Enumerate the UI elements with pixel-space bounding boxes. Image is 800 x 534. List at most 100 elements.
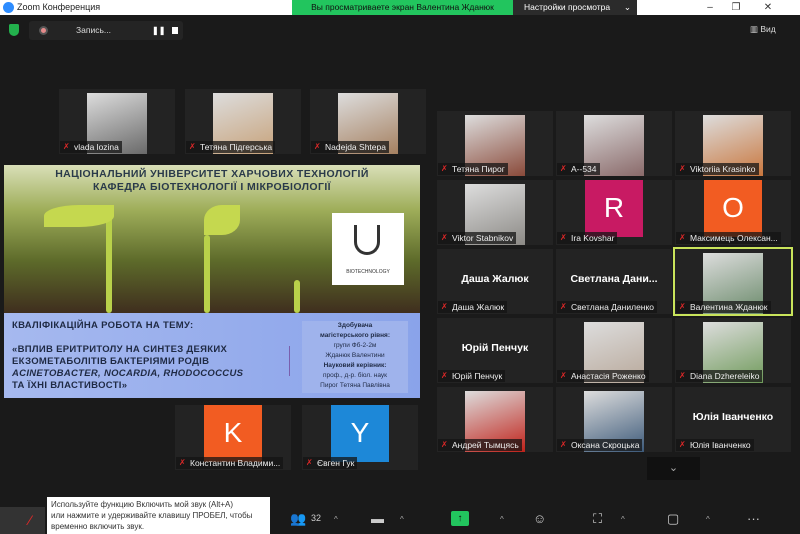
group: групи Фб-2-2м	[333, 342, 377, 349]
participant-tile[interactable]: ✗ Diana Dzhereleiko	[675, 318, 791, 383]
participant-tile[interactable]: Юрій Пенчук ✗ Юрій Пенчук	[437, 318, 553, 383]
apps-caret[interactable]: ^	[621, 515, 625, 524]
participant-name: Viktoriia Krasinko	[690, 164, 756, 174]
participant-tile[interactable]: ✗ A--534	[556, 111, 672, 176]
participant-tile[interactable]: ✗ Андрей Тымцясь	[437, 387, 553, 452]
participants-caret[interactable]: ^	[334, 515, 338, 524]
supervisor-name: Пирог Тетяна Павлівна	[320, 382, 390, 389]
slide-title-panel: КВАЛІФІКАЦІЙНА РОБОТА НА ТЕМУ: «ВПЛИВ ЕР…	[4, 313, 420, 398]
participant-name: Nadejda Shtepa	[325, 142, 386, 152]
muted-mic-icon: ✗	[63, 142, 70, 151]
muted-mic-icon: ✗	[560, 233, 567, 242]
participant-name-label: ✗ Diana Dzhereleiko	[676, 370, 763, 382]
pause-recording-button[interactable]: ❚❚	[152, 26, 165, 35]
close-button[interactable]: ✕	[758, 0, 778, 15]
chevron-down-icon: ⌄	[623, 2, 631, 12]
participant-tile[interactable]: ✗ Валентина Жданюк	[673, 247, 793, 316]
muted-mic-icon: ✗	[560, 164, 567, 173]
author-label: Здобувача	[337, 322, 373, 329]
participant-display-name: Светлана Дани...	[570, 273, 658, 285]
participant-name-label: ✗ Максимець Олексан...	[676, 232, 781, 244]
participant-tile[interactable]: Y ✗ Євген Гук	[302, 405, 418, 470]
stop-recording-button[interactable]	[172, 27, 178, 34]
participant-name-label: ✗ Ira Kovshar	[557, 232, 618, 244]
record-icon	[39, 26, 48, 35]
participants-count: 32	[311, 513, 322, 523]
muted-mic-icon: ✗	[441, 302, 448, 311]
participant-name-label: ✗ Светлана Даниленко	[557, 301, 658, 313]
participant-tile[interactable]: R ✗ Ira Kovshar	[556, 180, 672, 245]
title-line: «ВПЛИВ ЕРИТРИТОЛУ НА СИНТЕЗ ДЕЯКИХ	[12, 344, 228, 355]
unmute-button[interactable]	[0, 507, 45, 534]
participant-name-label: ✗ Юрій Пенчук	[438, 370, 506, 382]
window-title: Zoom Конференция	[17, 2, 101, 12]
view-settings-dropdown[interactable]: Настройки просмотра ⌄	[513, 0, 637, 15]
share-screen-button[interactable]: ↑	[451, 511, 469, 526]
participant-name: Тетяна Підгерська	[200, 142, 273, 152]
participant-name-label: ✗ Андрей Тымцясь	[438, 439, 522, 451]
muted-mic-icon: ✗	[679, 371, 686, 380]
participant-name: Андрей Тымцясь	[452, 440, 519, 450]
muted-mic-icon: ✗	[314, 142, 321, 151]
test-tube-icon	[354, 225, 380, 255]
supervisor-label: Науковий керівник:	[323, 362, 387, 369]
slide-university: НАЦІОНАЛЬНИЙ УНІВЕРСИТЕТ ХАРЧОВИХ ТЕХНОЛ…	[55, 168, 369, 180]
muted-mic-icon: ✗	[179, 458, 186, 467]
muted-mic-icon: ✗	[441, 164, 448, 173]
zoom-logo-icon	[3, 2, 14, 13]
participant-display-name: Даша Жалюк	[461, 273, 529, 285]
whiteboard-caret[interactable]: ^	[706, 515, 710, 524]
minimize-button[interactable]: –	[700, 0, 720, 15]
sprout-graphic	[106, 210, 112, 313]
participant-tile[interactable]: K ✗ Константин Владими...	[175, 405, 291, 470]
chat-caret[interactable]: ^	[400, 515, 404, 524]
participants-icon[interactable]: 👥	[290, 511, 306, 527]
participant-name-label: ✗ Даша Жалюк	[438, 301, 508, 313]
participant-name-label: ✗ Оксана Скроцька	[557, 439, 643, 451]
participant-avatar: K	[204, 405, 262, 462]
restore-button[interactable]: ❐	[726, 0, 746, 15]
muted-mic-icon: ✗	[679, 164, 686, 173]
participant-tile[interactable]: ✗ Nadejda Shtepa	[310, 89, 426, 154]
recording-label: Запись...	[76, 25, 111, 35]
participant-name: Светлана Даниленко	[571, 302, 655, 312]
participant-tile[interactable]: ✗ Тетяна Підгерська	[185, 89, 301, 154]
participant-tile[interactable]: ✗ Viktor Stabnikov	[437, 180, 553, 245]
participant-name-label: ✗ Константин Владими...	[176, 457, 284, 469]
participant-avatar: Y	[331, 405, 389, 462]
participant-name: Юрій Пенчук	[452, 371, 503, 381]
title-line: ЕКЗОМЕТАБОЛІТІВ БАКТЕРІЯМИ РОДІВ	[12, 356, 210, 367]
participant-tile[interactable]: ✗ Viktoriia Krasinko	[675, 111, 791, 176]
apps-icon[interactable]: ⛶	[593, 511, 602, 527]
security-shield-icon[interactable]	[9, 24, 19, 36]
participant-name-label: ✗ vlada lozina	[60, 141, 122, 153]
participant-tile[interactable]: Светлана Дани... ✗ Светлана Даниленко	[556, 249, 672, 314]
author-info: Здобувача магістерського рівня: групи Фб…	[302, 321, 408, 393]
participant-tile[interactable]: ✗ vlada lozina	[59, 89, 175, 154]
leaf-graphic	[204, 205, 240, 235]
participant-name: Юлія Іванченко	[690, 440, 751, 450]
whiteboard-icon[interactable]: ▢	[667, 511, 679, 527]
participant-name: Diana Dzhereleiko	[690, 371, 760, 381]
participant-name: Константин Владими...	[190, 458, 281, 468]
participant-tile[interactable]: Юлія Іванченко ✗ Юлія Іванченко	[675, 387, 791, 452]
supervisor-title: проф., д-р. біол. наук	[323, 372, 387, 379]
participant-tile[interactable]: O ✗ Максимець Олексан...	[675, 180, 791, 245]
participant-name: Оксана Скроцька	[571, 440, 640, 450]
view-settings-label: Настройки просмотра	[524, 2, 611, 12]
share-caret[interactable]: ^	[500, 515, 504, 524]
participant-name-label: ✗ Viktoriia Krasinko	[676, 163, 759, 175]
participant-tile[interactable]: ✗ Тетяна Пирог	[437, 111, 553, 176]
scroll-down-button[interactable]: ⌄	[647, 457, 700, 480]
participant-tile[interactable]: ✗ Анастасія Роженко	[556, 318, 672, 383]
view-button[interactable]: ▥ Вид	[750, 24, 776, 35]
participant-name: Анастасія Роженко	[571, 371, 646, 381]
reactions-icon[interactable]: ☺	[533, 511, 546, 526]
unmute-tooltip: Используйте функцию Включить мой звук (A…	[47, 497, 270, 534]
degree-label: магістерського рівня:	[319, 332, 391, 339]
chat-icon[interactable]: ▬	[371, 511, 384, 526]
participant-tile[interactable]: Даша Жалюк ✗ Даша Жалюк	[437, 249, 553, 314]
muted-mic-icon: ✗	[441, 371, 448, 380]
more-button[interactable]: ···	[747, 511, 760, 526]
participant-tile[interactable]: ✗ Оксана Скроцька	[556, 387, 672, 452]
